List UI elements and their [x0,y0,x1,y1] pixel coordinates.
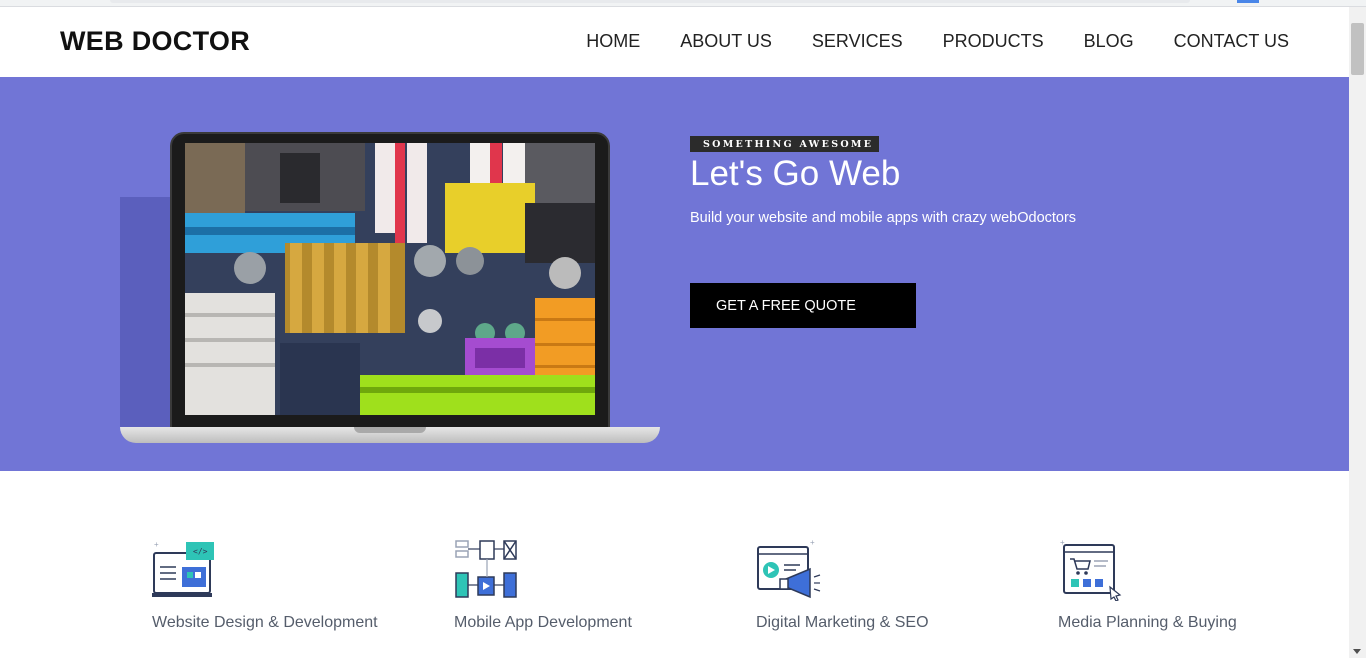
scroll-down-arrow-icon[interactable] [1353,649,1361,654]
service-web-design[interactable]: </> + Website Design & Development [152,539,378,632]
service-mobile-app[interactable]: Mobile App Development [454,539,632,632]
service-label: Digital Marketing & SEO [756,614,929,631]
hero-title: Let's Go Web [690,154,901,193]
laptop-illustration [170,132,610,429]
services-section: </> + Website Design & Development Mobil… [0,471,1349,658]
svg-text:</>: </> [193,547,208,556]
extension-button[interactable] [1237,0,1259,3]
service-label: Mobile App Development [454,614,632,631]
hero-eyebrow: SOMETHING AWESOME [690,136,880,152]
laptop-screen-motherboard-image [185,143,595,415]
page-scrollbar[interactable] [1349,7,1366,658]
nav-contact-us[interactable]: CONTACT US [1174,31,1289,52]
mobile-app-icon [455,540,517,598]
hero-subtitle: Build your website and mobile apps with … [690,210,1077,226]
laptop-base [120,427,660,443]
service-label: Website Design & Development [152,614,378,631]
laptop-shadow [120,197,176,427]
nav-products[interactable]: PRODUCTS [943,31,1044,52]
svg-text:+: + [810,539,815,547]
nav-services[interactable]: SERVICES [812,31,903,52]
browser-top-strip [0,0,1366,7]
page: WEB DOCTOR HOME ABOUT US SERVICES PRODUC… [0,0,1366,658]
hero-text: SOMETHING AWESOME Let's Go Web Build you… [690,134,1210,328]
web-design-icon: </> + [152,540,214,597]
scrollbar-thumb[interactable] [1351,23,1364,75]
navbar: WEB DOCTOR HOME ABOUT US SERVICES PRODUC… [0,7,1349,77]
service-digital-marketing[interactable]: + Digital Marketing & SEO [756,538,929,632]
nav-links: HOME ABOUT US SERVICES PRODUCTS BLOG CON… [586,31,1289,52]
svg-text:+: + [1060,539,1065,547]
media-cart-icon: + [1060,538,1122,602]
svg-text:+: + [154,540,159,549]
hero-banner: SOMETHING AWESOME Let's Go Web Build you… [0,77,1349,471]
laptop-notch [354,427,426,433]
brand-logo[interactable]: WEB DOCTOR [60,26,250,57]
get-free-quote-button[interactable]: GET A FREE QUOTE [690,283,916,328]
marketing-megaphone-icon: + [757,538,821,599]
motherboard-image [185,143,595,415]
nav-home[interactable]: HOME [586,31,640,52]
nav-blog[interactable]: BLOG [1084,31,1134,52]
tab-edge [110,0,1190,3]
service-media-planning[interactable]: + Media Planning & Buying [1058,538,1237,632]
nav-about-us[interactable]: ABOUT US [680,31,772,52]
service-label: Media Planning & Buying [1058,614,1237,631]
